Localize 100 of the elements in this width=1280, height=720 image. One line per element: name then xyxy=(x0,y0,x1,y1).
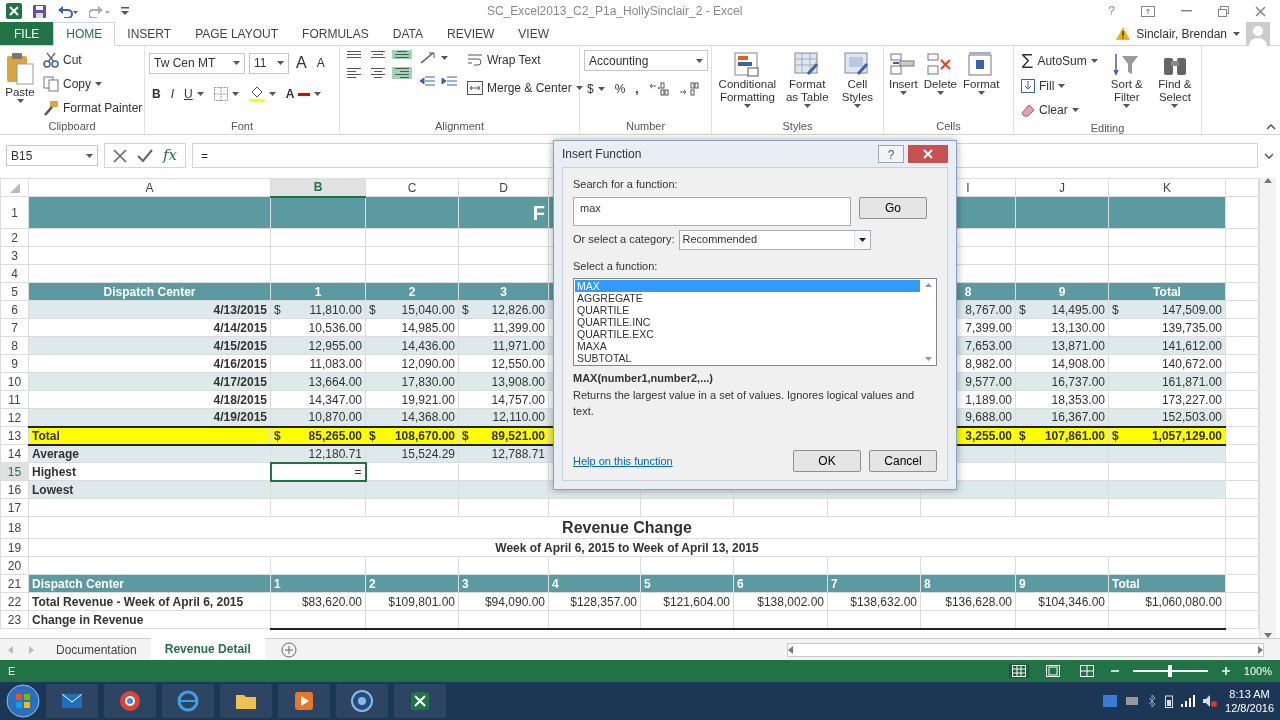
column-header[interactable]: C xyxy=(365,178,459,197)
font-name-dropdown[interactable]: Tw Cen MT xyxy=(149,52,245,74)
list-item[interactable]: SUBTOTAL xyxy=(575,352,920,364)
taskbar-app-button[interactable] xyxy=(104,684,156,718)
muted-speaker-icon[interactable] xyxy=(1203,695,1218,707)
paste-button[interactable]: Paste xyxy=(4,50,36,118)
horizontal-scrollbar[interactable] xyxy=(787,642,1264,657)
go-button[interactable]: Go xyxy=(859,196,927,219)
enter-icon[interactable] xyxy=(137,148,153,163)
font-size-dropdown[interactable]: 11 xyxy=(249,52,289,74)
cancel-button[interactable]: Cancel xyxy=(869,450,937,472)
cancel-icon[interactable] xyxy=(113,148,127,163)
spreadsheet-app-icon[interactable] xyxy=(6,3,22,19)
help-button[interactable]: ? xyxy=(1100,2,1123,20)
undo-icon[interactable] xyxy=(57,4,79,18)
middle-align-button[interactable] xyxy=(368,50,388,59)
save-icon[interactable] xyxy=(32,3,47,19)
italic-button[interactable]: I xyxy=(167,84,177,104)
percent-button[interactable]: % xyxy=(611,79,629,99)
align-left-button[interactable] xyxy=(344,67,364,79)
name-box[interactable]: B15 xyxy=(6,145,98,166)
column-header[interactable]: B xyxy=(270,178,366,197)
scroll-down-icon[interactable] xyxy=(925,357,932,361)
currency-button[interactable]: $ xyxy=(584,79,608,99)
conditional-formatting-button[interactable]: Conditional Formatting xyxy=(716,50,779,118)
zoom-in-icon[interactable] xyxy=(1221,667,1230,675)
format-as-table-button[interactable]: Format as Table xyxy=(782,50,832,118)
clock-date[interactable]: 12/8/2016 xyxy=(1225,701,1274,716)
sheet-tab[interactable]: Revenue Detail xyxy=(150,637,265,662)
shrink-font-button[interactable]: A xyxy=(313,53,328,73)
close-button[interactable] xyxy=(908,145,948,163)
clear-button[interactable]: Clear xyxy=(1018,100,1101,120)
list-item[interactable]: MAXA xyxy=(575,340,920,352)
number-format-dropdown[interactable]: Accounting xyxy=(584,50,708,71)
clock-time[interactable]: 8:13 AM xyxy=(1225,686,1274,701)
signal-icon[interactable] xyxy=(1181,695,1196,707)
normal-view-button[interactable] xyxy=(1008,664,1029,678)
fill-button[interactable]: Fill xyxy=(1018,76,1101,96)
copy-button[interactable]: Copy xyxy=(40,74,146,94)
insert-function-button[interactable]: fx xyxy=(163,144,177,167)
taskbar-app-button[interactable] xyxy=(336,684,388,718)
wrap-text-button[interactable]: Wrap Text xyxy=(464,50,586,70)
taskbar-app-button[interactable] xyxy=(162,684,214,718)
cut-button[interactable]: Cut xyxy=(40,50,146,70)
column-header[interactable]: D xyxy=(458,178,549,197)
ribbon-tab[interactable]: HOME xyxy=(53,22,116,46)
zoom-level[interactable]: 100% xyxy=(1243,662,1272,680)
merge-center-button[interactable]: Merge & Center xyxy=(464,78,586,98)
format-cells-button[interactable]: Format xyxy=(962,50,1001,118)
list-item[interactable]: AGGREGATE xyxy=(575,292,920,304)
help-button[interactable]: ? xyxy=(878,145,904,163)
center-button[interactable] xyxy=(368,67,388,79)
underline-button[interactable]: U xyxy=(181,84,207,104)
vertical-scrollbar[interactable] xyxy=(1259,178,1276,638)
top-align-button[interactable] xyxy=(344,50,364,59)
zoom-out-icon[interactable] xyxy=(1110,667,1119,675)
grow-font-button[interactable]: A xyxy=(293,50,310,76)
format-painter-button[interactable]: Format Painter xyxy=(40,98,146,118)
comma-button[interactable]: , xyxy=(632,79,642,99)
autosum-button[interactable]: Σ AutoSum xyxy=(1018,50,1101,72)
ribbon-tab[interactable]: REVIEW xyxy=(435,22,507,45)
scroll-up-icon[interactable] xyxy=(925,283,932,287)
sheet-tab[interactable]: Documentation xyxy=(42,638,151,661)
ribbon-tab[interactable]: VIEW xyxy=(506,22,561,45)
delete-cells-button[interactable]: Delete xyxy=(922,50,958,118)
active-cell[interactable]: = xyxy=(270,462,366,481)
list-item[interactable]: QUARTILE xyxy=(575,304,920,316)
file-tab[interactable]: FILE xyxy=(0,22,54,45)
battery-icon[interactable] xyxy=(1165,694,1174,708)
add-sheet-icon[interactable] xyxy=(280,642,297,659)
category-dropdown[interactable]: Recommended xyxy=(678,229,871,250)
column-header[interactable]: A xyxy=(28,178,271,197)
row-header[interactable]: 18 xyxy=(0,516,29,539)
ribbon-tab[interactable]: FORMULAS xyxy=(290,22,381,45)
cell-styles-button[interactable]: Cell Styles xyxy=(835,50,879,118)
align-right-button[interactable] xyxy=(392,67,412,79)
column-header[interactable]: K xyxy=(1108,178,1226,197)
bold-button[interactable]: B xyxy=(149,84,164,104)
search-field[interactable]: max xyxy=(573,196,851,226)
bottom-align-button[interactable] xyxy=(392,50,412,59)
zoom-slider-thumb[interactable] xyxy=(1168,665,1173,677)
list-item[interactable]: QUARTILE.INC xyxy=(575,316,920,328)
customize-toolbar-icon[interactable] xyxy=(121,7,129,15)
ribbon-tab[interactable]: PAGE LAYOUT xyxy=(183,22,291,45)
row-header[interactable]: 1 xyxy=(0,196,29,229)
collapse-ribbon-icon[interactable] xyxy=(1266,124,1276,130)
list-item[interactable]: QUARTILE.EXC xyxy=(575,328,920,340)
start-button[interactable] xyxy=(6,684,40,718)
help-link[interactable]: Help on this function xyxy=(573,452,673,470)
taskbar-app-button[interactable] xyxy=(278,684,330,718)
insert-cells-button[interactable]: Insert xyxy=(888,50,919,118)
taskbar-app-button[interactable] xyxy=(220,684,272,718)
column-header[interactable]: J xyxy=(1015,178,1109,197)
taskbar-app-button[interactable] xyxy=(394,684,446,718)
ribbon-tab[interactable]: INSERT xyxy=(115,22,184,45)
ok-button[interactable]: OK xyxy=(793,450,861,472)
expand-icon[interactable] xyxy=(1264,152,1274,159)
sort-filter-button[interactable]: Sort & Filter xyxy=(1104,50,1149,120)
font-color-button[interactable]: A xyxy=(282,84,325,104)
ribbon-tab[interactable]: DATA xyxy=(380,22,435,45)
